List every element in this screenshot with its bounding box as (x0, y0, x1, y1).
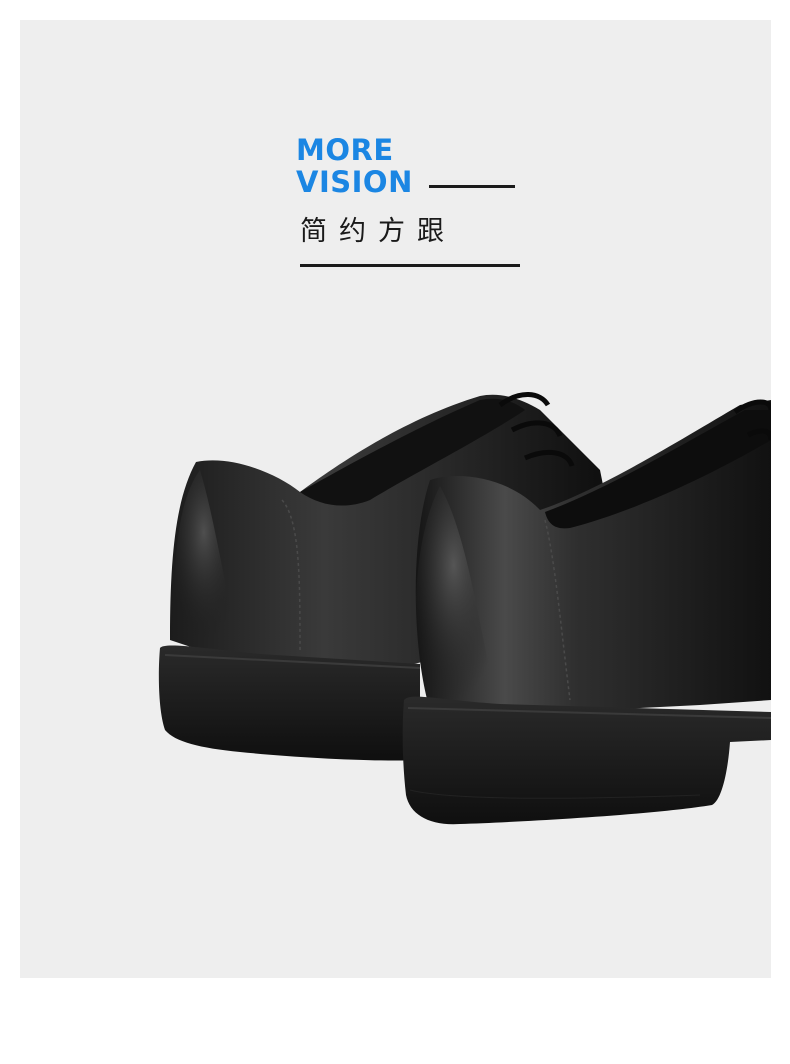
divider-long (300, 264, 520, 267)
subtitle: 简约方跟 (300, 216, 456, 247)
headline-line-2: VISION (296, 165, 413, 199)
divider-short (429, 185, 515, 188)
headline-line-1: MORE (296, 133, 394, 167)
headline: MORE VISION (296, 134, 413, 198)
